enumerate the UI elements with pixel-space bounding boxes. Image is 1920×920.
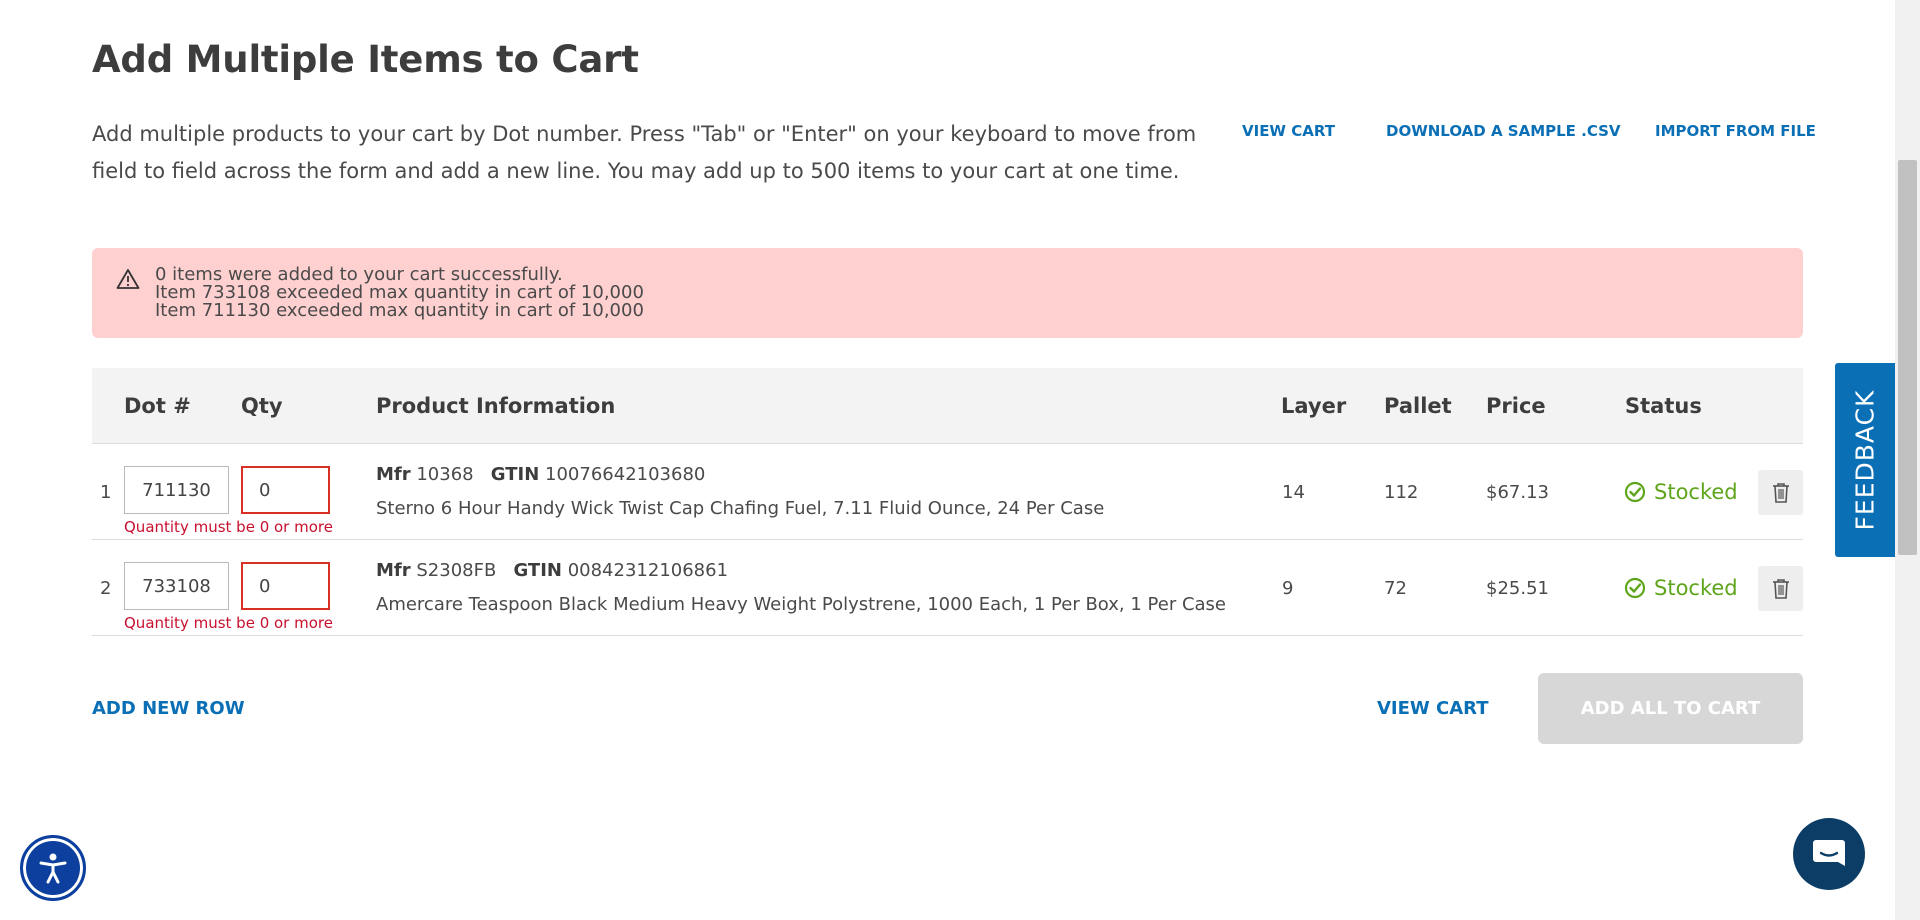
header-price: Price xyxy=(1486,394,1546,418)
feedback-tab[interactable]: FEEDBACK xyxy=(1835,363,1895,557)
page-description: Add multiple products to your cart by Do… xyxy=(92,122,1197,183)
status-text: Stocked xyxy=(1654,576,1738,600)
warning-triangle-icon xyxy=(116,269,140,289)
row-number: 1 xyxy=(100,482,112,503)
status-text: Stocked xyxy=(1654,480,1738,504)
header-qty: Qty xyxy=(241,394,283,418)
download-sample-csv-link[interactable]: DOWNLOAD A SAMPLE .CSV xyxy=(1386,122,1621,140)
layer-value: 9 xyxy=(1282,578,1294,599)
gtin-value: 10076642103680 xyxy=(545,464,706,485)
import-from-file-link[interactable]: IMPORT FROM FILE xyxy=(1655,122,1816,140)
product-description: Amercare Teaspoon Black Medium Heavy Wei… xyxy=(376,594,1226,615)
header-status: Status xyxy=(1625,394,1702,418)
pallet-value: 112 xyxy=(1384,482,1419,503)
gtin-label: GTIN xyxy=(513,560,562,581)
add-new-row-link[interactable]: ADD NEW ROW xyxy=(92,698,245,719)
price-value: $67.13 xyxy=(1486,482,1549,503)
check-circle-icon xyxy=(1624,481,1646,503)
alert-messages: 0 items were added to your cart successf… xyxy=(155,266,644,320)
quantity-error: Quantity must be 0 or more xyxy=(124,614,333,632)
trash-icon xyxy=(1772,578,1789,599)
status-badge: Stocked xyxy=(1624,480,1738,504)
add-all-to-cart-button[interactable]: ADD ALL TO CART xyxy=(1538,673,1803,744)
dot-number-input[interactable] xyxy=(124,466,229,514)
alert-message: Item 711130 exceeded max quantity in car… xyxy=(155,300,644,321)
mfr-value: S2308FB xyxy=(416,560,497,581)
mfr-label: Mfr xyxy=(376,560,411,581)
price-value: $25.51 xyxy=(1486,578,1549,599)
product-description: Sterno 6 Hour Handy Wick Twist Cap Chafi… xyxy=(376,498,1105,519)
view-cart-link-top[interactable]: VIEW CART xyxy=(1242,122,1335,140)
header-dot: Dot # xyxy=(124,394,191,418)
quantity-input[interactable] xyxy=(241,562,330,610)
chat-button[interactable] xyxy=(1793,818,1865,890)
product-codes: Mfr 10368 GTIN 10076642103680 xyxy=(376,464,705,485)
accessibility-button[interactable] xyxy=(20,835,86,901)
product-codes: Mfr S2308FB GTIN 00842312106861 xyxy=(376,560,728,581)
delete-row-button[interactable] xyxy=(1758,470,1803,515)
header-layer: Layer xyxy=(1281,394,1347,418)
gtin-label: GTIN xyxy=(490,464,540,485)
trash-icon xyxy=(1772,482,1789,503)
status-badge: Stocked xyxy=(1624,576,1738,600)
chat-icon xyxy=(1813,840,1845,866)
view-cart-link-bottom[interactable]: VIEW CART xyxy=(1377,698,1489,719)
table-header: Dot # Qty Product Information Layer Pall… xyxy=(92,368,1803,444)
quantity-error: Quantity must be 0 or more xyxy=(124,518,333,536)
scrollbar-thumb[interactable] xyxy=(1898,160,1917,555)
header-product-information: Product Information xyxy=(376,394,616,418)
pallet-value: 72 xyxy=(1384,578,1407,599)
feedback-label: FEEDBACK xyxy=(1850,389,1880,531)
mfr-value: 10368 xyxy=(416,464,474,485)
page: Add Multiple Items to Cart Add multiple … xyxy=(0,0,1895,920)
header-pallet: Pallet xyxy=(1384,394,1452,418)
gtin-value: 00842312106861 xyxy=(567,560,729,581)
quantity-input[interactable] xyxy=(241,466,330,514)
row-number: 2 xyxy=(100,578,112,599)
dot-number-input[interactable] xyxy=(124,562,229,610)
error-alert: 0 items were added to your cart successf… xyxy=(92,248,1803,338)
accessibility-icon xyxy=(39,853,67,884)
scrollbar[interactable] xyxy=(1895,0,1920,920)
page-title: Add Multiple Items to Cart xyxy=(92,38,639,81)
table-row: 1 Quantity must be 0 or more Mfr 10368 G… xyxy=(92,444,1803,540)
mfr-label: Mfr xyxy=(376,464,411,485)
check-circle-icon xyxy=(1624,577,1646,599)
table-row: 2 Quantity must be 0 or more Mfr S2308FB… xyxy=(92,540,1803,636)
delete-row-button[interactable] xyxy=(1758,566,1803,611)
layer-value: 14 xyxy=(1282,482,1305,503)
